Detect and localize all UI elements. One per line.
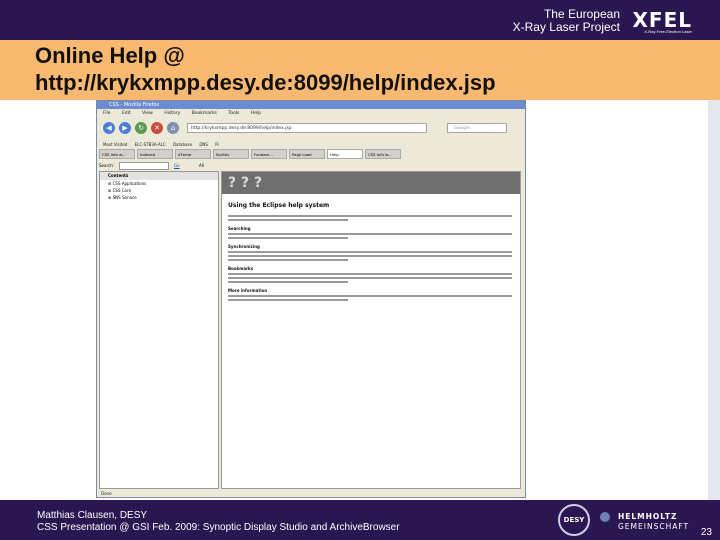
web-search-field[interactable]: Google	[447, 123, 507, 133]
toc-item-label: CSS Applications	[112, 181, 147, 186]
forward-arrow-icon[interactable]: ▶	[119, 122, 131, 134]
browser-menu-bar: File Edit View History Bookmarks Tools H…	[97, 109, 525, 118]
bookmark-item[interactable]: ELC-STB3A-ALC	[135, 142, 166, 147]
reload-icon[interactable]: ↻	[135, 122, 147, 134]
header-bar: The European X-Ray Laser Project XFEL X-…	[0, 0, 720, 40]
text-line	[228, 259, 348, 261]
browser-tab[interactable]: XFerror	[175, 149, 211, 159]
bookmark-item[interactable]: DNS	[199, 142, 208, 147]
bookmark-item[interactable]: Pi	[215, 142, 218, 147]
menu-file[interactable]: File	[103, 111, 111, 116]
text-line	[228, 233, 512, 235]
text-line	[228, 255, 512, 257]
help-search-go-link[interactable]: Go	[174, 161, 180, 170]
help-section-heading: More information	[228, 288, 268, 293]
browser-screenshot: CSS - Mozilla Firefox File Edit View His…	[96, 100, 526, 498]
toc-item-label: SNS Service	[112, 195, 137, 200]
toc-item-label: CSS Core	[112, 188, 132, 193]
menu-edit[interactable]: Edit	[122, 111, 131, 116]
help-contents-pane: Contents ⊞ CSS Applications ⊞ CSS Core ⊞…	[99, 171, 219, 489]
helmholtz-logo-line-2: GEMEINSCHAFT	[618, 522, 690, 531]
toc-item[interactable]: ⊞ CSS Applications	[100, 180, 218, 187]
contents-tab[interactable]: Contents	[100, 172, 218, 180]
help-content-pane: ? ? ? Using the Eclipse help system Sear…	[221, 171, 521, 489]
toc-item[interactable]: ⊞ SNS Service	[100, 194, 218, 201]
text-line	[228, 277, 512, 279]
text-line	[228, 251, 512, 253]
menu-view[interactable]: View	[142, 111, 153, 116]
help-search-row: Search: Go All topics	[99, 161, 214, 177]
browser-tab[interactable]: CSS Info w...	[99, 149, 135, 159]
text-line	[228, 295, 512, 297]
browser-nav-bar: ◀ ▶ ↻ ✕ ⌂ http://krykxmpp.desy.de:8099/h…	[97, 118, 525, 140]
menu-bookmarks[interactable]: Bookmarks	[192, 111, 217, 116]
help-section-heading: Bookmarks	[228, 266, 254, 271]
slide-title-band: Online Help @ http://krykxmpp.desy.de:80…	[0, 40, 720, 100]
project-line-2: X-Ray Laser Project	[512, 20, 620, 34]
back-arrow-icon[interactable]: ◀	[103, 122, 115, 134]
menu-history[interactable]: History	[164, 111, 180, 116]
helmholtz-logo-icon	[600, 512, 610, 522]
helmholtz-logo-line-1: HELMHOLTZ	[618, 512, 678, 521]
url-bar[interactable]: http://krykxmpp.desy.de:8099/help/index.…	[187, 123, 427, 133]
text-line	[228, 215, 512, 217]
slide-title-line-2: http://krykxmpp.desy.de:8099/help/index.…	[35, 70, 496, 95]
right-edge-strip	[708, 100, 720, 500]
browser-tab-strip: CSS Info w... Indexed XFerror Sprites Fundam…	[97, 149, 525, 160]
browser-status-bar: Done	[101, 491, 112, 496]
help-doc-title: Using the Eclipse help system	[228, 202, 330, 209]
text-line	[228, 299, 348, 301]
browser-tab[interactable]: Page Load	[289, 149, 325, 159]
xfel-logo-subtitle: X-Ray Free-Electron Laser	[644, 29, 692, 34]
project-name: The European X-Ray Laser Project	[513, 8, 620, 34]
home-icon[interactable]: ⌂	[167, 122, 179, 134]
help-section-heading: Searching	[228, 226, 251, 231]
help-search-input[interactable]	[119, 162, 169, 170]
browser-tab-active[interactable]: Help	[327, 149, 363, 159]
text-line	[228, 281, 348, 283]
browser-tab[interactable]: Indexed	[137, 149, 173, 159]
help-search-label: Search:	[99, 163, 115, 168]
browser-title-bar: CSS - Mozilla Firefox	[97, 101, 525, 109]
desy-logo: DESY	[558, 504, 590, 536]
text-line	[228, 237, 348, 239]
menu-tools[interactable]: Tools	[228, 111, 239, 116]
bookmarks-toolbar: Most Visited ELC-STB3A-ALC Database DNS …	[97, 140, 525, 149]
stop-icon[interactable]: ✕	[151, 122, 163, 134]
bookmark-item[interactable]: Database	[173, 142, 192, 147]
footer-bar: Matthias Clausen, DESY CSS Presentation …	[0, 500, 720, 540]
bookmark-item[interactable]: Most Visited	[103, 142, 127, 147]
browser-tab[interactable]: Fundam...	[251, 149, 287, 159]
browser-tab[interactable]: CSS Info w...	[365, 149, 401, 159]
browser-tab[interactable]: Sprites	[213, 149, 249, 159]
text-line	[228, 273, 512, 275]
page-number: 23	[700, 527, 712, 538]
help-banner-icon: ? ? ?	[222, 172, 520, 194]
text-line	[228, 219, 348, 221]
toc-item[interactable]: ⊞ CSS Core	[100, 187, 218, 194]
slide-title-line-1: Online Help @	[35, 43, 185, 68]
menu-help[interactable]: Help	[251, 111, 261, 116]
help-section-heading: Synchronizing	[228, 244, 260, 249]
footer-presentation: CSS Presentation @ GSI Feb. 2009: Synopt…	[37, 522, 400, 533]
footer-author: Matthias Clausen, DESY	[37, 510, 148, 521]
